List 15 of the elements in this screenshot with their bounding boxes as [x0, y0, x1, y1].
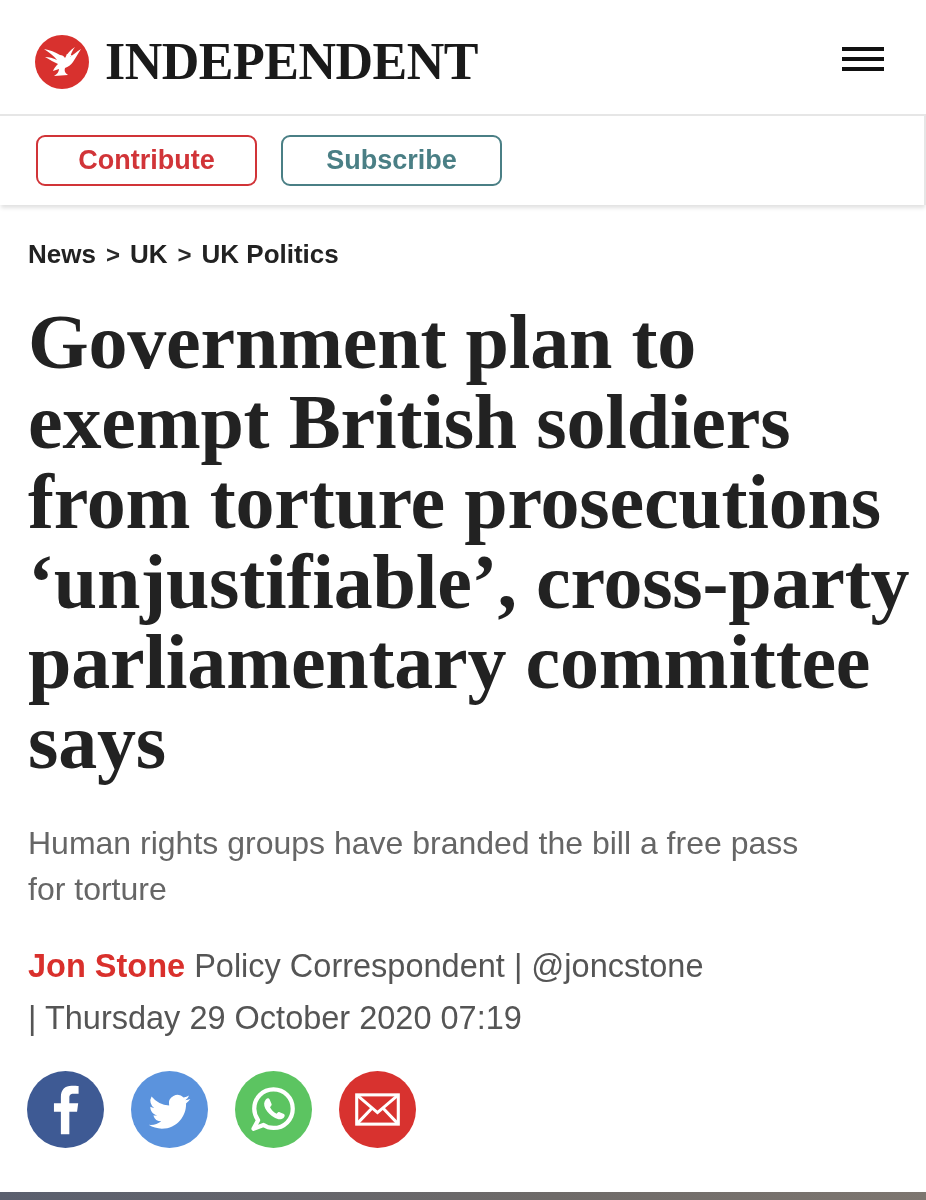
action-button[interactable]: Contribute [36, 135, 257, 186]
menu-icon[interactable] [842, 47, 884, 71]
breadcrumb-link[interactable]: UK [129, 235, 168, 274]
breadcrumb-separator: > [177, 240, 192, 270]
action-button[interactable]: Subscribe [281, 135, 502, 186]
brand-logo-text[interactable]: INDEPENDENT [105, 36, 478, 88]
breadcrumb-link[interactable]: UK Politics [201, 235, 339, 274]
breadcrumb-separator: > [105, 240, 120, 270]
mail-icon[interactable] [339, 1071, 416, 1148]
breadcrumb-link[interactable]: News [28, 235, 96, 274]
article-standfirst: Human rights groups have branded the bill a free pass for torture [28, 824, 800, 909]
bird-icon[interactable] [131, 1071, 208, 1148]
article-byline: Jon Stone Policy Correspondent | @joncstone | Thursday 29 October 2020 07:19 [28, 947, 705, 1038]
facebook-icon[interactable] [27, 1071, 104, 1148]
logo-icon[interactable] [35, 35, 89, 89]
